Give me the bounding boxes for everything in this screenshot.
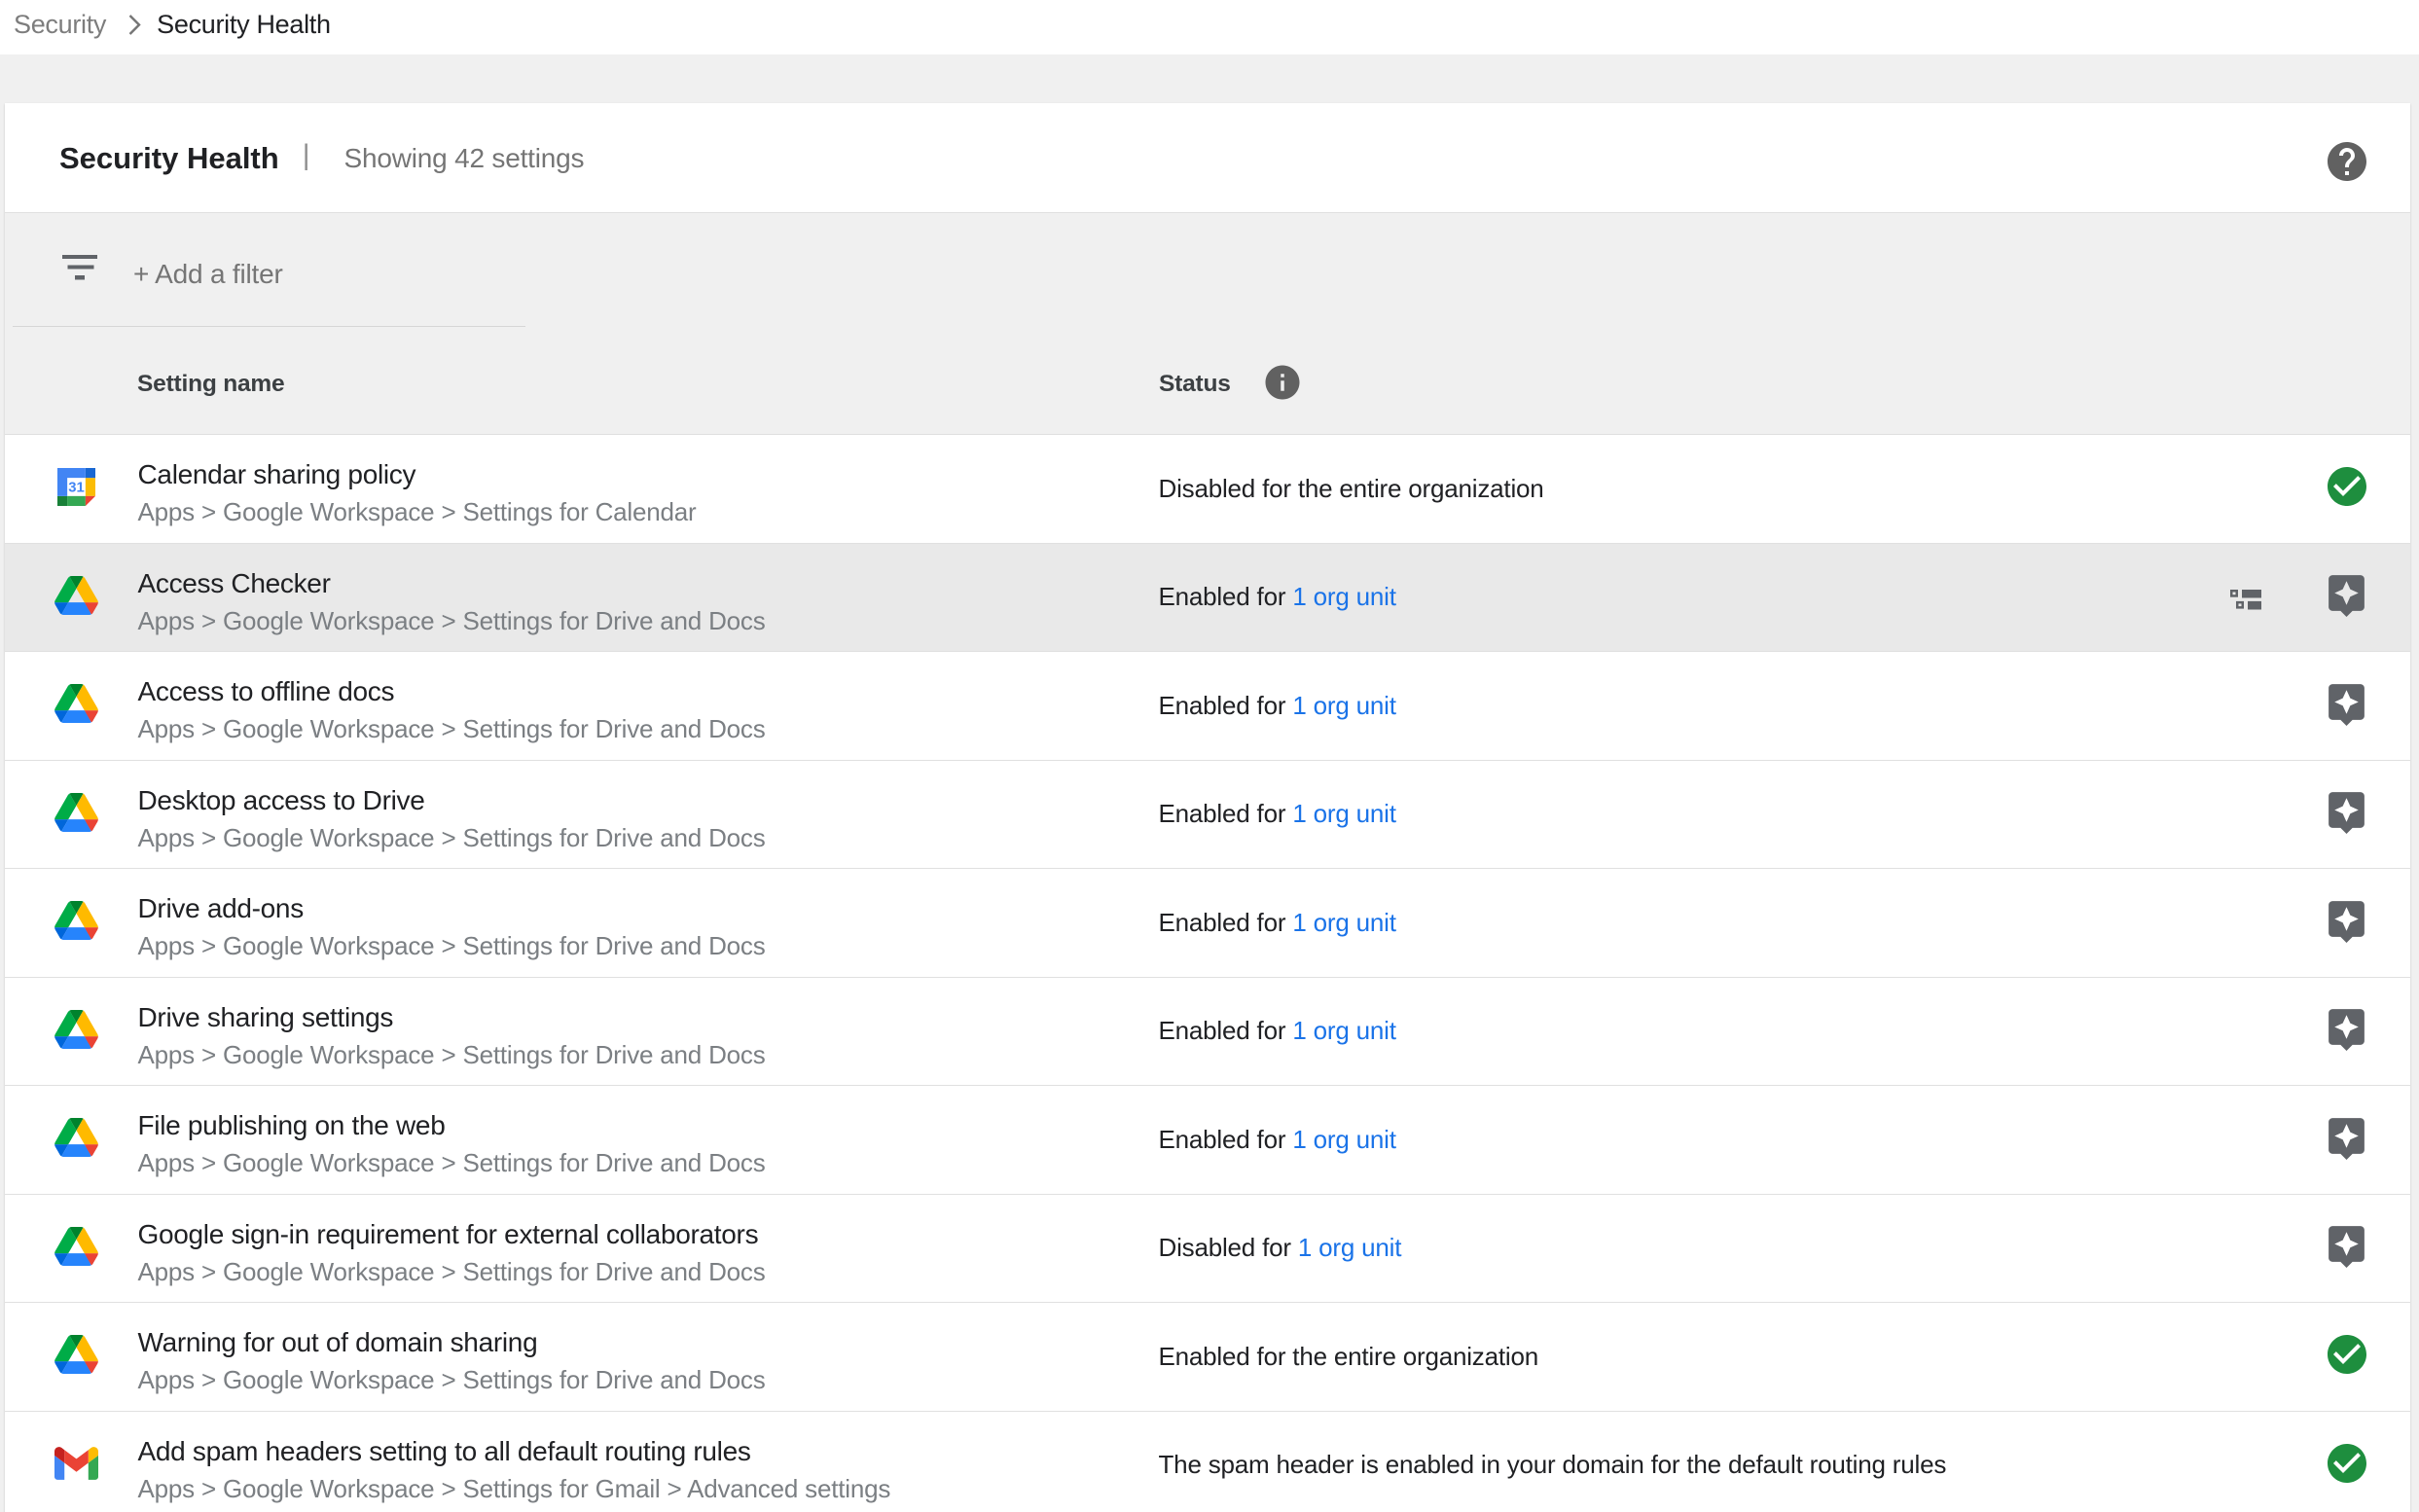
svg-text:31: 31: [68, 480, 84, 495]
